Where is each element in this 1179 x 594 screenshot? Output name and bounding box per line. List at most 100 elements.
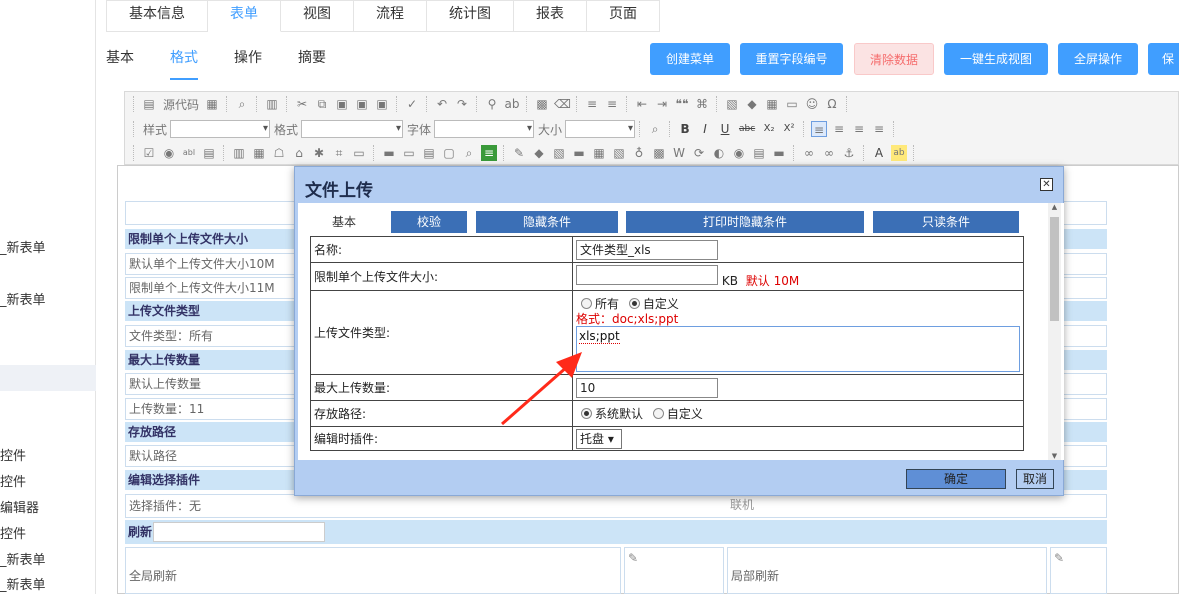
microphone-icon[interactable]: ♁ (631, 145, 647, 161)
size-select[interactable] (565, 120, 636, 138)
select-all-icon[interactable]: ▩ (534, 96, 550, 112)
pen-icon[interactable]: ✎ (511, 145, 527, 161)
dept-control-icon[interactable]: ⌂ (291, 145, 307, 161)
radio-control-icon[interactable]: ◉ (161, 145, 177, 161)
text-color-icon[interactable]: A (871, 145, 887, 161)
fullscreen-button[interactable]: 全屏操作 (1058, 43, 1138, 75)
strikethrough-icon[interactable]: abc (737, 121, 757, 137)
cancel-button[interactable]: 取消 (1016, 469, 1054, 489)
template-icon[interactable]: ▥ (264, 96, 280, 112)
label-control-icon[interactable]: ▬ (381, 145, 397, 161)
clear-data-button[interactable]: 清除数据 (854, 43, 934, 75)
sidebar-item[interactable]: 控件 (0, 524, 96, 546)
subtab-basic[interactable]: 基本 (106, 42, 134, 80)
ok-button[interactable]: 确定 (906, 469, 1006, 489)
paste-word-icon[interactable]: ▣ (374, 96, 390, 112)
align-right-icon[interactable]: ≡ (851, 121, 867, 137)
sidebar-selected-item[interactable] (0, 365, 96, 391)
scroll-down-icon[interactable]: ▼ (1048, 452, 1061, 460)
subtab-summary[interactable]: 摘要 (298, 42, 326, 80)
anchor-icon[interactable]: ⚓ (841, 145, 857, 161)
indent-icon[interactable]: ⇥ (654, 96, 670, 112)
flash-icon[interactable]: ◆ (744, 96, 760, 112)
replace-icon[interactable]: ab (504, 96, 520, 112)
picture-icon[interactable]: ▧ (551, 145, 567, 161)
numbered-list-icon[interactable]: ≡ (584, 96, 600, 112)
record-icon[interactable]: ◉ (731, 145, 747, 161)
sidebar-item[interactable]: _新表单 (0, 290, 96, 312)
subtab-format[interactable]: 格式 (170, 42, 198, 80)
generate-view-button[interactable]: 一键生成视图 (944, 43, 1048, 75)
image-upload-icon[interactable]: ▧ (611, 145, 627, 161)
textfield-control-icon[interactable]: abl (181, 145, 197, 161)
subtab-operation[interactable]: 操作 (234, 42, 262, 80)
query-control-icon[interactable]: ⌕ (461, 145, 477, 161)
maximize-icon[interactable]: ⌕ (647, 121, 663, 137)
scrollbar-thumb[interactable] (1050, 217, 1059, 321)
dialog-tab-hide-conditions[interactable]: 隐藏条件 (476, 211, 618, 233)
paste-text-icon[interactable]: ▣ (354, 96, 370, 112)
find-icon[interactable]: ⚲ (484, 96, 500, 112)
sheet-icon[interactable]: ▤ (751, 145, 767, 161)
tab-basic-info[interactable]: 基本信息 (106, 0, 208, 32)
global-refresh-cell[interactable]: 全局刷新 (125, 547, 621, 594)
form-control-icon[interactable]: ▭ (351, 145, 367, 161)
link-icon[interactable]: ∞ (801, 145, 817, 161)
type-textarea[interactable]: xls;ppt (576, 326, 1020, 372)
sidebar-item[interactable]: _新表单 (0, 550, 96, 572)
dialog-tab-readonly-conditions[interactable]: 只读条件 (873, 211, 1019, 233)
sidebar-item[interactable]: 编辑器 (0, 498, 96, 520)
map-icon[interactable]: ▦ (591, 145, 607, 161)
type-all-radio[interactable] (581, 298, 592, 309)
align-left-icon[interactable]: ≡ (811, 121, 828, 137)
refresh-input[interactable] (153, 522, 325, 542)
qrcode-icon[interactable]: ▩ (651, 145, 667, 161)
cube-icon[interactable]: ◆ (531, 145, 547, 161)
tree-control-icon[interactable]: ⌗ (331, 145, 347, 161)
hr-icon[interactable]: ▬ (771, 145, 787, 161)
special-char-icon[interactable]: Ω (824, 96, 840, 112)
button-control-icon[interactable]: ▭ (401, 145, 417, 161)
align-center-icon[interactable]: ≡ (831, 121, 847, 137)
paste-icon[interactable]: ▣ (334, 96, 350, 112)
zoom-icon[interactable]: ⌕ (234, 96, 250, 112)
textarea-control-icon[interactable]: ▤ (201, 145, 217, 161)
folder-icon[interactable]: ▬ (571, 145, 587, 161)
tab-view[interactable]: 视图 (281, 0, 354, 32)
file-control-icon[interactable]: ▤ (421, 145, 437, 161)
subscript-icon[interactable]: X₂ (761, 121, 777, 137)
path-custom-radio[interactable] (652, 408, 664, 419)
italic-icon[interactable]: I (697, 121, 713, 137)
save-button[interactable]: 保 (1148, 43, 1179, 75)
sidebar-item[interactable] (0, 262, 96, 284)
dialog-scrollbar[interactable]: ▲ ▼ (1048, 203, 1061, 460)
bg-color-icon[interactable]: ab (891, 145, 907, 161)
format-select[interactable] (301, 120, 404, 138)
image-icon[interactable]: ▧ (724, 96, 740, 112)
checkbox-control-icon[interactable]: ☑ (141, 145, 157, 161)
upload-control-icon[interactable]: ≡ (481, 145, 497, 161)
select-control-icon[interactable]: ▥ (231, 145, 247, 161)
max-input[interactable]: 10 (576, 377, 718, 398)
type-custom-radio[interactable] (628, 298, 640, 309)
link-control-icon[interactable]: ✱ (311, 145, 327, 161)
table-icon[interactable]: ▦ (764, 96, 780, 112)
smiley-icon[interactable]: ☺ (804, 96, 820, 112)
underline-icon[interactable]: U (717, 121, 733, 137)
code-control-icon[interactable]: ▢ (441, 145, 457, 161)
chart-icon[interactable]: ◐ (711, 145, 727, 161)
canvas-field-row[interactable]: 选择插件：无 (125, 494, 1107, 518)
superscript-icon[interactable]: X² (781, 121, 797, 137)
undo-icon[interactable]: ↶ (434, 96, 450, 112)
sidebar-item[interactable]: _新表单 (0, 575, 96, 594)
date-control-icon[interactable]: ▦ (251, 145, 267, 161)
font-select[interactable] (434, 120, 535, 138)
sidebar-item[interactable]: _新表单 (0, 238, 96, 260)
copy-icon[interactable]: ⧉ (314, 96, 330, 112)
scroll-up-icon[interactable]: ▲ (1048, 203, 1061, 211)
dialog-tab-validate[interactable]: 校验 (391, 211, 467, 233)
blockquote-icon[interactable]: ❝❝ (674, 96, 690, 112)
bullet-list-icon[interactable]: ≡ (604, 96, 620, 112)
close-icon[interactable]: ✕ (1040, 178, 1053, 191)
plugin-select[interactable]: 托盘 ▾ (576, 428, 622, 449)
